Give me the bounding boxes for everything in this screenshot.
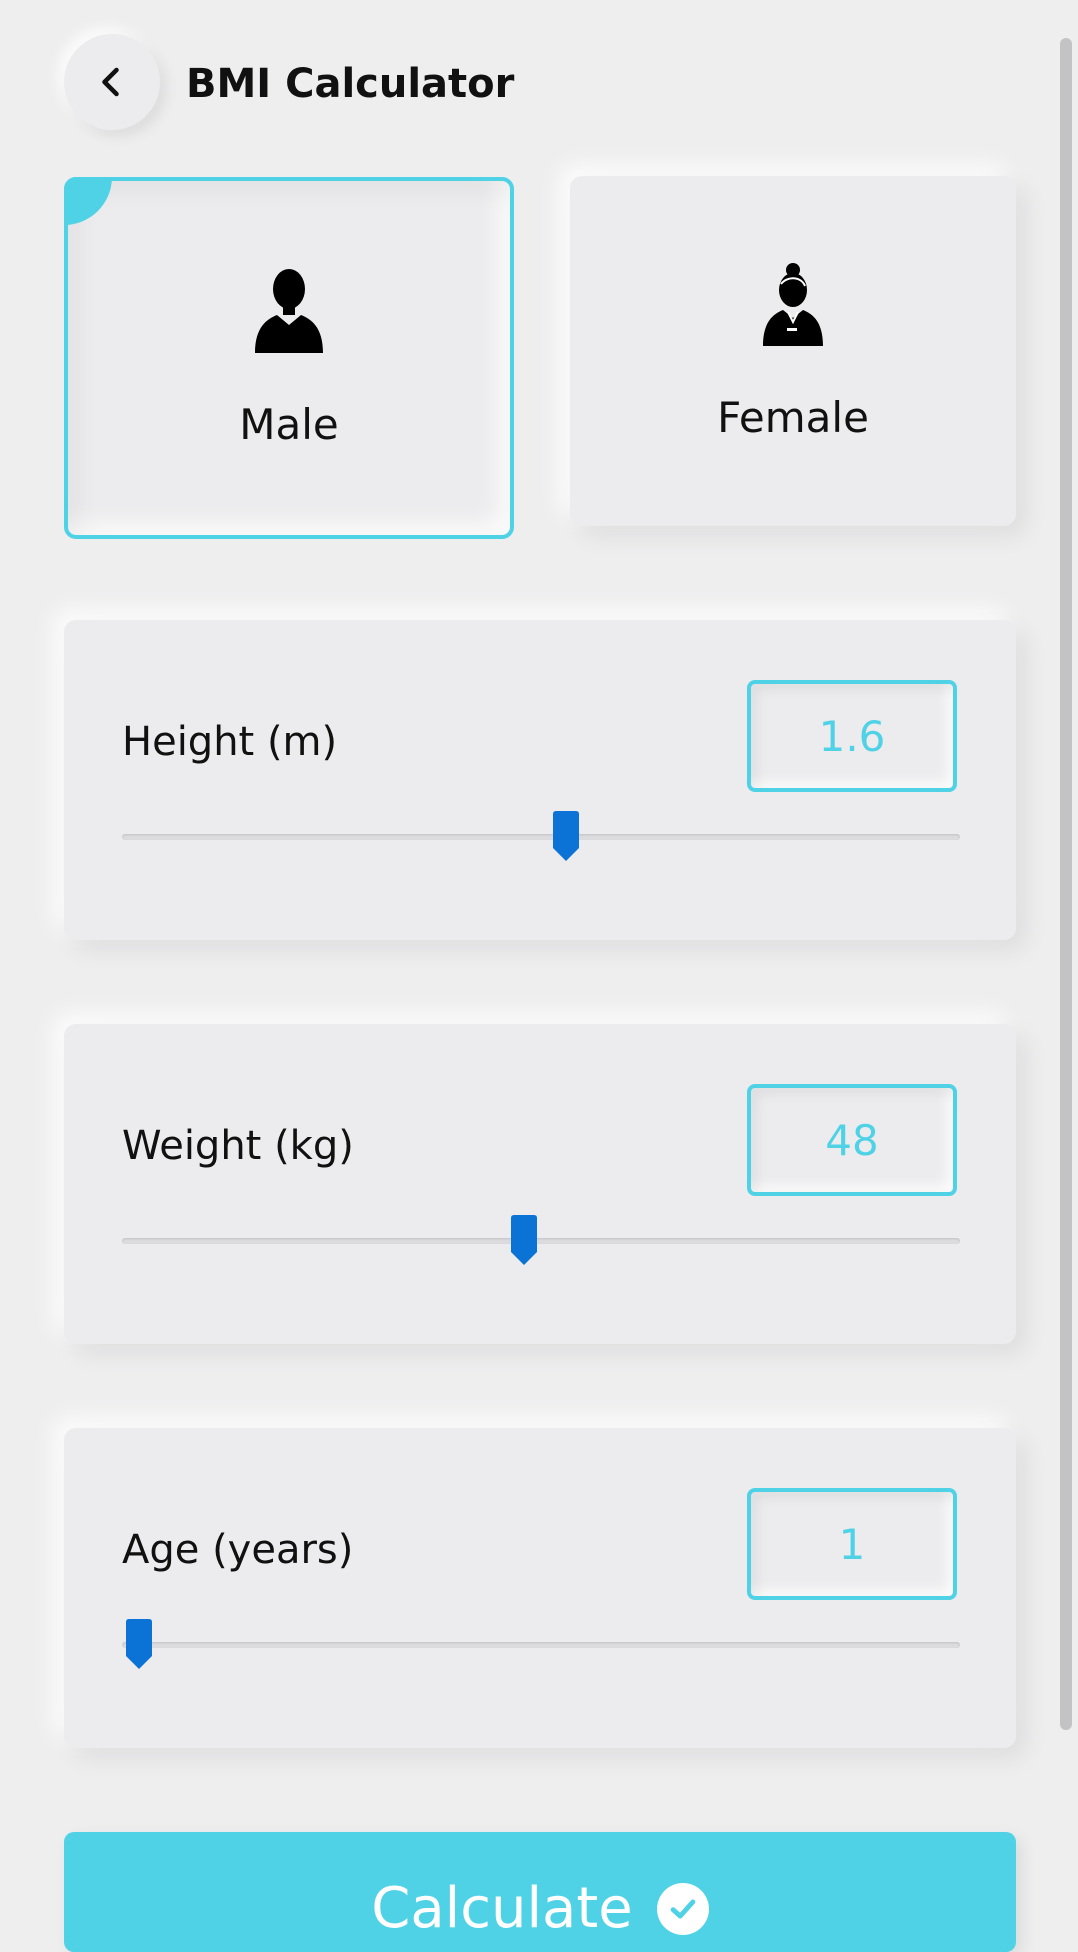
height-label: Height (m) [122,719,338,765]
age-slider[interactable] [122,1619,960,1669]
age-label: Age (years) [122,1527,354,1573]
calculate-label: Calculate [371,1876,633,1941]
back-button[interactable] [64,34,160,130]
check-circle-icon [656,1883,709,1935]
weight-slider-thumb[interactable] [509,1214,539,1266]
female-user-icon [763,263,823,346]
height-value-input[interactable]: 1.6 [747,680,957,792]
age-card: Age (years) 1 [64,1428,1016,1748]
gender-label-male: Male [239,400,339,449]
weight-card: Weight (kg) 48 [64,1024,1016,1344]
height-card: Height (m) 1.6 [64,620,1016,940]
calculate-button[interactable]: Calculate [64,1832,1016,1952]
gender-card-female[interactable]: Female [570,176,1016,526]
gender-card-male[interactable]: Male [64,177,514,539]
chevron-left-icon [102,67,119,97]
weight-label: Weight (kg) [122,1123,354,1169]
weight-value-input[interactable]: 48 [747,1084,957,1196]
selected-indicator [64,177,112,225]
scrollbar[interactable] [1060,38,1072,1730]
male-user-icon [255,269,323,353]
height-slider-thumb[interactable] [551,810,581,862]
page-title: BMI Calculator [186,61,515,107]
weight-slider[interactable] [122,1215,960,1265]
gender-label-female: Female [717,393,869,442]
age-slider-thumb[interactable] [124,1618,154,1670]
height-slider[interactable] [122,811,960,861]
age-value-input[interactable]: 1 [747,1488,957,1600]
